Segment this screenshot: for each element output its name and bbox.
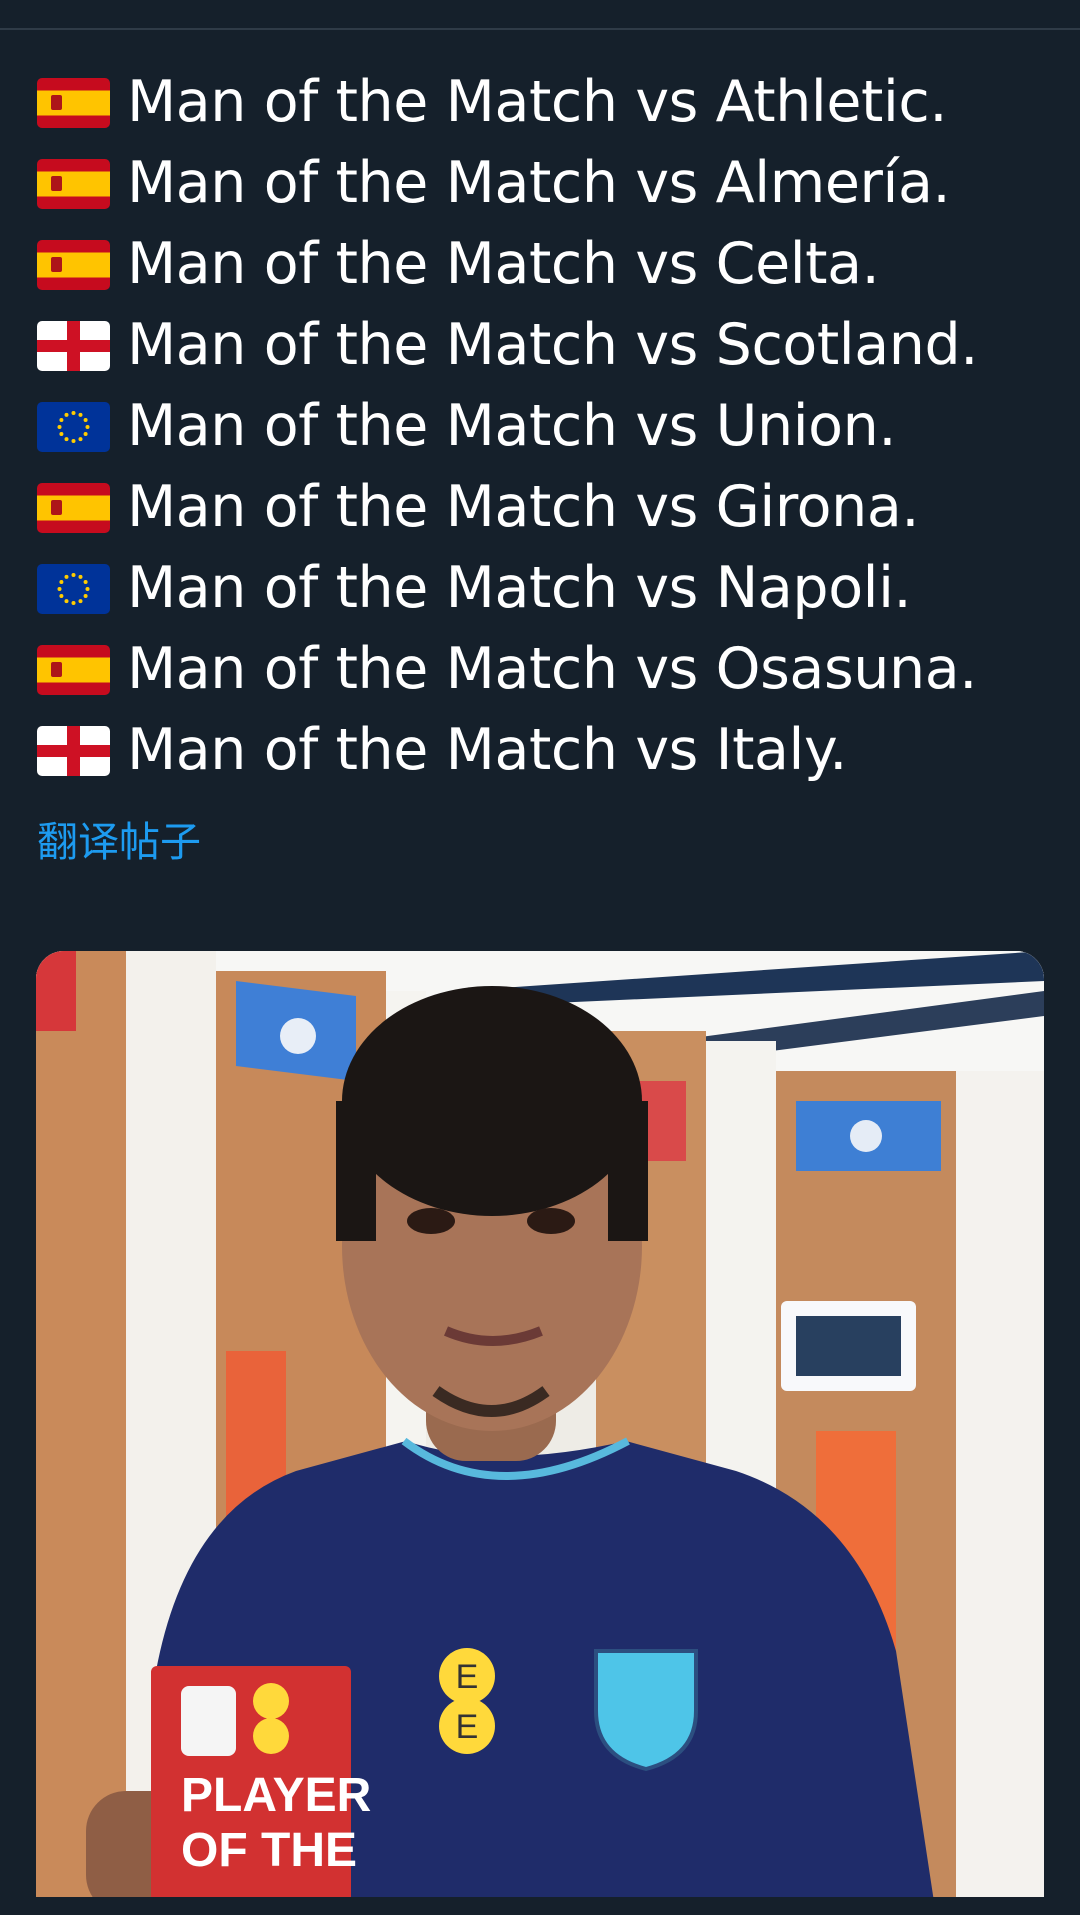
crest-sign-icon: [280, 1018, 316, 1054]
eu-flag-icon: [37, 563, 110, 614]
eu-flag-icon: [37, 401, 110, 452]
post-line: Man of the Match vs Athletic.: [37, 62, 978, 143]
post-line: Man of the Match vs Scotland.: [37, 305, 978, 386]
england-flag-icon: [37, 725, 110, 776]
spain-flag-icon: [37, 77, 110, 128]
post-line-text: Man of the Match vs Celta.: [127, 231, 880, 297]
bottom-bar: [0, 1897, 1080, 1915]
sponsor-letter: E: [456, 1708, 479, 1746]
post-line: Man of the Match vs Italy.: [37, 710, 978, 791]
spain-flag-icon: [37, 239, 110, 290]
spain-flag-icon: [37, 158, 110, 209]
crest-sign-icon: [850, 1120, 882, 1152]
award-text-line: OF THE: [181, 1824, 357, 1877]
post-line: Man of the Match vs Almería.: [37, 143, 978, 224]
england-flag-icon: [37, 320, 110, 371]
post-line: Man of the Match vs Union.: [37, 386, 978, 467]
post-line: Man of the Match vs Napoli.: [37, 548, 978, 629]
spain-flag-icon: [37, 482, 110, 533]
sponsor-letter: E: [456, 1658, 479, 1696]
post-line-text: Man of the Match vs Scotland.: [127, 312, 978, 378]
award-text-line: PLAYER: [181, 1769, 371, 1822]
post-photo[interactable]: E E PLAYER OF THE: [36, 951, 1044, 1915]
post-line-text: Man of the Match vs Girona.: [127, 474, 920, 540]
post-line-text: Man of the Match vs Union.: [127, 393, 897, 459]
translate-post-link[interactable]: 翻译帖子: [37, 814, 201, 870]
post-line: Man of the Match vs Osasuna.: [37, 629, 978, 710]
england-crest-icon: [594, 1649, 698, 1772]
player-photo-illustration: E E PLAYER OF THE: [36, 951, 1044, 1915]
post-line: Man of the Match vs Celta.: [37, 224, 978, 305]
post-text: Man of the Match vs Athletic. Man of the…: [37, 62, 978, 791]
post-line-text: Man of the Match vs Italy.: [127, 717, 847, 783]
top-divider: [0, 28, 1080, 30]
post-line: Man of the Match vs Girona.: [37, 467, 978, 548]
post-line-text: Man of the Match vs Almería.: [127, 150, 951, 216]
post-line-text: Man of the Match vs Osasuna.: [127, 636, 977, 702]
post-line-text: Man of the Match vs Napoli.: [127, 555, 912, 621]
post-line-text: Man of the Match vs Athletic.: [127, 69, 948, 135]
spain-flag-icon: [37, 644, 110, 695]
